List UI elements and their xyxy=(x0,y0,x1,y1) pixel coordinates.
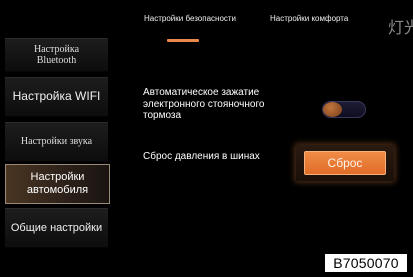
sidebar-item-bluetooth[interactable]: Настройка Bluetooth xyxy=(5,38,108,72)
tpms-reset-label: Сброс давления в шинах xyxy=(143,151,260,162)
sidebar-item-label: Настройки автомобиля xyxy=(26,171,89,196)
active-tab-indicator xyxy=(167,39,199,42)
toggle-knob xyxy=(323,102,342,117)
sidebar-item-sound[interactable]: Настройки звука xyxy=(5,122,108,162)
settings-screen: Настройка Bluetooth Настройка WIFI Настр… xyxy=(0,0,413,277)
tab-lighting[interactable]: 灯光 xyxy=(388,14,413,38)
epb-auto-toggle[interactable] xyxy=(322,101,366,118)
sidebar-item-label: Настройка WIFI xyxy=(12,89,101,104)
sidebar-item-wifi[interactable]: Настройка WIFI xyxy=(5,77,108,117)
sidebar-item-label: Настройка Bluetooth xyxy=(33,43,80,67)
sidebar: Настройка Bluetooth Настройка WIFI Настр… xyxy=(5,0,110,277)
reset-button-frame: Сброс xyxy=(296,145,394,181)
sidebar-item-label: Настройки звука xyxy=(20,136,93,148)
epb-auto-label: Автоматическое зажатие электронного стоя… xyxy=(143,87,265,121)
sidebar-item-general[interactable]: Общие настройки xyxy=(5,208,108,248)
tab-security[interactable]: Настройки безопасности xyxy=(144,14,236,23)
sidebar-item-label: Общие настройки xyxy=(10,221,103,234)
figure-code-label: B7050070 xyxy=(324,253,408,273)
tpms-reset-button[interactable]: Сброс xyxy=(304,151,386,175)
sidebar-item-vehicle[interactable]: Настройки автомобиля xyxy=(5,164,110,204)
tab-comfort[interactable]: Настройки комфорта xyxy=(270,14,348,23)
